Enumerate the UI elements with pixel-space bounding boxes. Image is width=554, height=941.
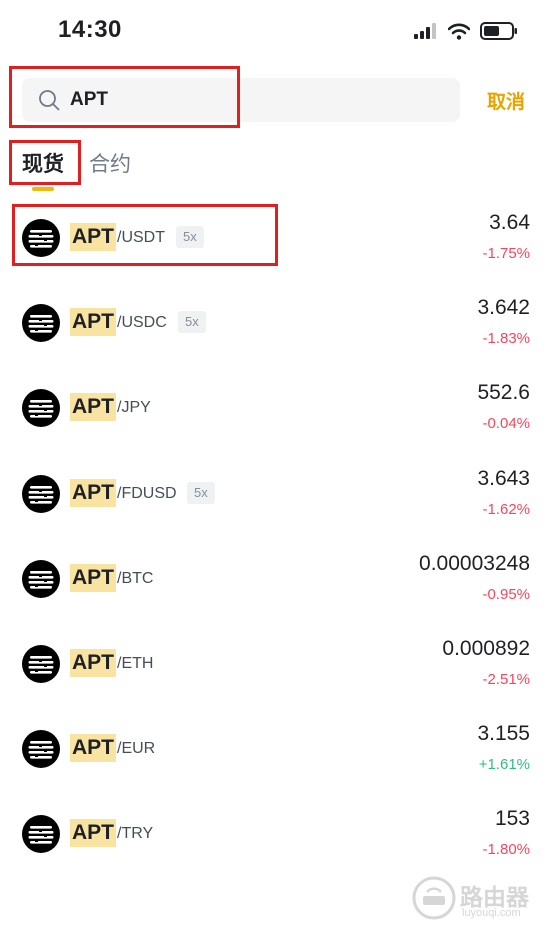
pair-row[interactable]: APT /JPY 552.6 -0.04% (0, 365, 554, 450)
pair-row[interactable]: APT /ETH 0.000892 -2.51% (0, 621, 554, 706)
base-symbol: APT (70, 308, 116, 337)
quote-symbol: /USDT (117, 229, 165, 246)
price-change: -2.51% (482, 670, 530, 688)
price-change: -1.83% (482, 330, 530, 348)
wifi-icon (448, 23, 470, 40)
last-price: 3.643 (477, 466, 530, 490)
tab-spot[interactable]: 现货 (22, 148, 64, 178)
last-price: 0.000892 (442, 636, 530, 660)
base-symbol: APT (70, 478, 116, 507)
aptos-logo-icon (22, 304, 60, 343)
aptos-logo-icon (22, 815, 60, 854)
last-price: 3.642 (477, 296, 530, 320)
quote-symbol: /FDUSD (117, 484, 177, 502)
quote-symbol: /BTC (117, 569, 154, 587)
leverage-badge: 5x (176, 226, 204, 248)
aptos-logo-icon (22, 730, 60, 769)
active-tab-indicator (32, 187, 54, 191)
pair-row[interactable]: APT /BTC 0.00003248 -0.95% (0, 536, 554, 621)
quote-symbol: /TRY (117, 825, 154, 843)
pair-row[interactable]: APT /EUR 3.155 +1.61% (0, 706, 554, 791)
base-symbol: APT (70, 393, 116, 422)
last-price: 153 (494, 807, 530, 831)
price-change: -0.95% (482, 585, 530, 603)
base-symbol: APT (70, 563, 116, 592)
router-logo-icon (412, 876, 456, 920)
base-symbol: APT (70, 223, 116, 251)
aptos-logo-icon (22, 559, 60, 598)
price-change: -0.04% (482, 415, 530, 433)
base-symbol: APT (70, 819, 116, 848)
pair-row[interactable]: APT /FDUSD 5x 3.643 -1.62% (0, 451, 554, 536)
search-input[interactable] (70, 84, 440, 116)
pair-row[interactable]: APT /USDT 5x 3.64 -1.75% (0, 195, 554, 280)
price-change: -1.80% (482, 841, 530, 859)
quote-symbol: /JPY (117, 399, 151, 417)
tab-futures[interactable]: 合约 (89, 148, 131, 178)
last-price: 3.155 (477, 722, 530, 746)
price-change: +1.61% (478, 756, 530, 774)
aptos-logo-icon (22, 474, 60, 513)
leverage-badge: 5x (187, 481, 215, 504)
aptos-logo-icon (22, 389, 60, 428)
price-change: -1.62% (482, 500, 530, 518)
market-list: APT /USDT 5x 3.64 -1.75% APT /USDC 5x 3.… (0, 195, 554, 877)
aptos-logo-icon (22, 644, 60, 683)
cellular-signal-icon (414, 23, 436, 39)
aptos-logo-icon (22, 219, 60, 257)
base-symbol: APT (70, 734, 116, 763)
last-price: 3.64 (489, 211, 530, 234)
pair-row[interactable]: APT /TRY 153 -1.80% (0, 791, 554, 876)
base-symbol: APT (70, 648, 116, 677)
quote-symbol: /EUR (117, 740, 156, 758)
status-icons (414, 20, 518, 42)
quote-symbol: /USDC (117, 314, 167, 332)
status-bar: 14:30 (0, 0, 554, 62)
watermark: 路由器 luyouqi.com (412, 872, 542, 928)
last-price: 0.00003248 (419, 551, 530, 575)
battery-icon (480, 22, 517, 40)
pair-row[interactable]: APT /USDC 5x 3.642 -1.83% (0, 280, 554, 365)
search-icon (39, 90, 60, 111)
quote-symbol: /ETH (117, 654, 154, 672)
market-tabs: 现货 合约 (0, 140, 554, 196)
watermark-url: luyouqi.com (462, 907, 521, 919)
search-bar[interactable] (22, 78, 460, 122)
leverage-badge: 5x (178, 311, 206, 334)
status-time: 14:30 (58, 16, 122, 43)
last-price: 552.6 (477, 381, 530, 405)
cancel-button[interactable]: 取消 (487, 87, 525, 114)
price-change: -1.75% (482, 245, 530, 262)
